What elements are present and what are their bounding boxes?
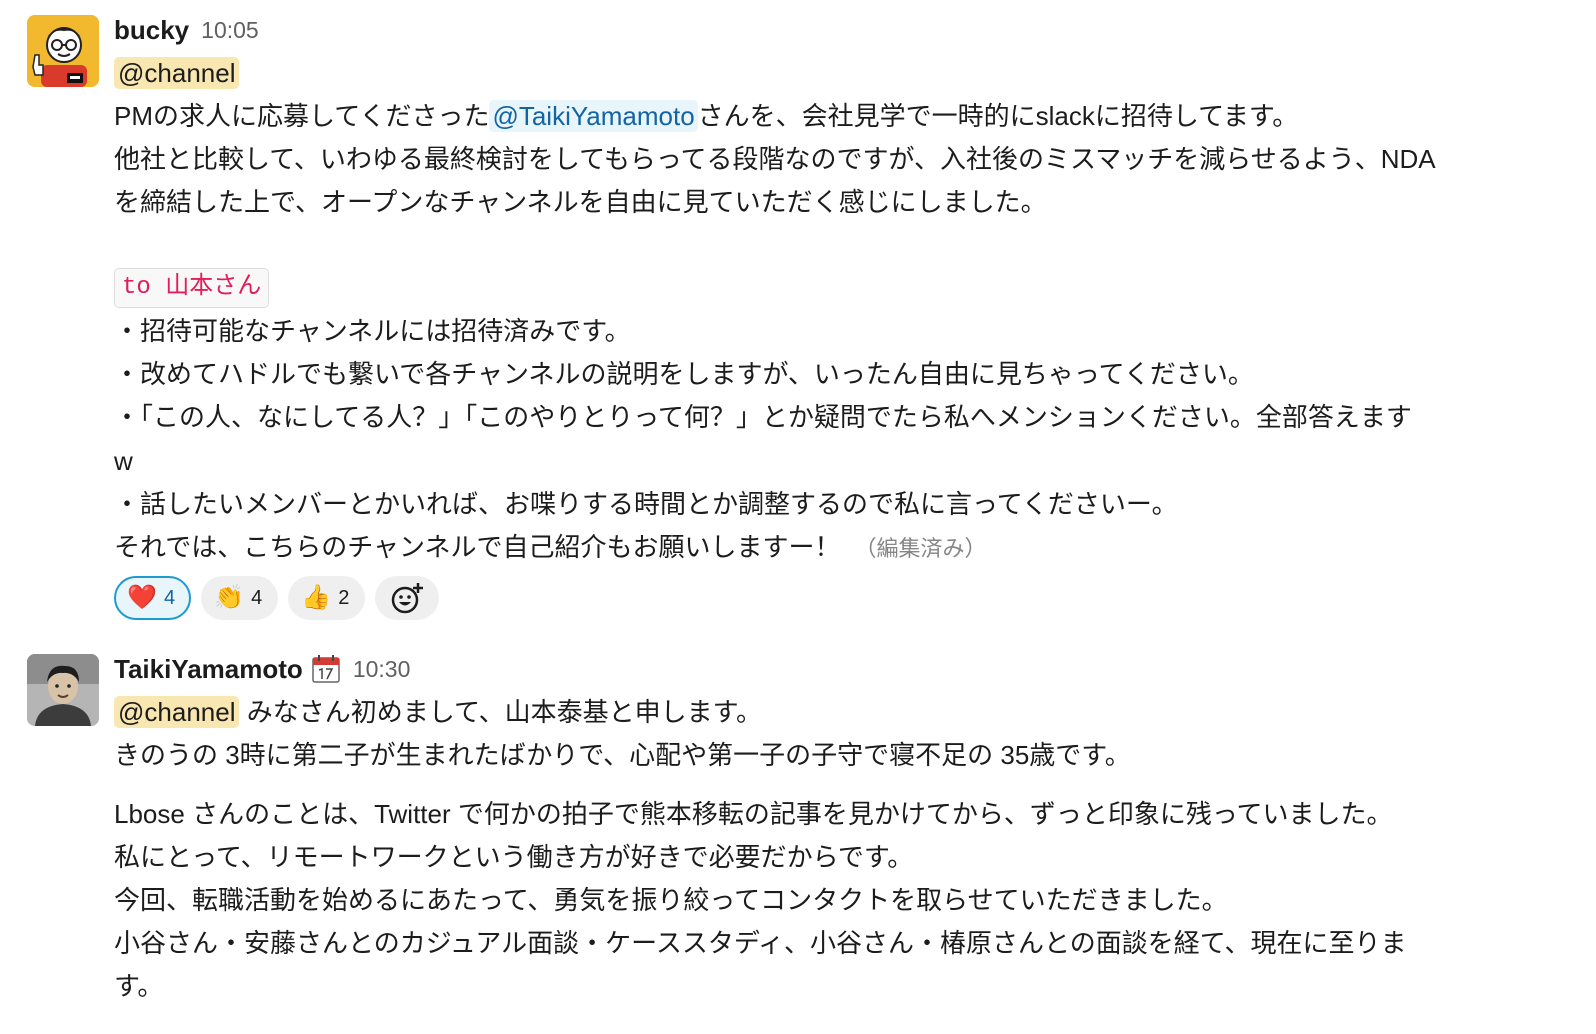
reaction-count: 4 [251, 586, 263, 609]
body-line: を締結した上で、オープンなチャンネルを自由に見ていただく感じにしました。 [114, 187, 1047, 217]
add-reaction-button[interactable] [375, 576, 440, 620]
body-line: きのうの 3時に第二子が生まれたばかりで、心配や第一子の子守で寝不足の 35歳で… [114, 740, 1131, 770]
closing-text: それでは、こちらのチャンネルで自己紹介もお願いしますー！ [114, 532, 841, 562]
edited-label: （編集済み） [854, 536, 987, 561]
intro-prefix: PMの求人に応募してくださった [114, 101, 490, 131]
message-header: TaikiYamamoto 10:30 [114, 651, 410, 687]
reaction-thumbs-up[interactable]: 👍 2 [288, 576, 366, 620]
channel-mention[interactable]: @channel [114, 57, 240, 89]
body-line: 他社と比較して、いわゆる最終検討をしてもらってる段階なのですが、入社後のミスマッ… [114, 144, 1436, 174]
closing-line: それでは、こちらのチャンネルで自己紹介もお願いしますー！ （編集済み） [114, 529, 986, 567]
heart-icon: ❤️ [127, 584, 157, 611]
avatar-taikiyamamoto[interactable] [27, 654, 99, 726]
bullet-line: w [114, 446, 133, 476]
calendar-icon[interactable] [311, 654, 341, 684]
add-reaction-icon [392, 583, 424, 614]
timestamp[interactable]: 10:30 [353, 656, 411, 683]
avatar-bucky[interactable] [27, 15, 99, 87]
inline-code: to 山本さん [114, 268, 270, 308]
timestamp[interactable]: 10:05 [201, 17, 259, 44]
body-line: 私にとって、リモートワークという働き方が好きで必要だからです。 [114, 842, 914, 872]
channel-mention-line: @channel [114, 55, 240, 91]
bullet-line: ・話したいメンバーとかいれば、お喋りする時間とか調整するので私に言ってくださいー… [114, 489, 1178, 519]
body-line: 今回、転職活動を始めるにあたって、勇気を振り絞ってコンタクトを取らせていただきま… [114, 885, 1228, 915]
author-name[interactable]: TaikiYamamoto [114, 654, 303, 685]
bullet-line: ・招待可能なチャンネルには招待済みです。 [114, 316, 631, 346]
body-line: す。 [114, 971, 164, 1001]
reaction-heart[interactable]: ❤️ 4 [114, 576, 192, 620]
reaction-count: 4 [164, 586, 176, 609]
bullet-line: ・「この人、なにしてる人？」「このやりとりって何？」とか疑問でたら私へメンション… [114, 402, 1412, 432]
reactions-bar: ❤️ 4 👏 4 👍 2 [114, 576, 440, 620]
intro-suffix: さんを、会社見学で一時的にslackに招待してます。 [697, 101, 1299, 131]
greeting-text: みなさん初めまして、山本泰基と申します。 [246, 697, 763, 727]
channel-mention[interactable]: @channel [114, 696, 240, 728]
reaction-clap[interactable]: 👏 4 [201, 576, 279, 620]
body-line: 小谷さん・安藤さんとのカジュアル面談・ケーススタディ、小谷さん・椿原さんとの面談… [114, 928, 1407, 958]
reaction-count: 2 [338, 586, 350, 609]
user-mention[interactable]: @TaikiYamamoto [489, 100, 698, 132]
clap-icon: 👏 [214, 584, 245, 611]
greeting-line: @channel みなさん初めまして、山本泰基と申します。 [114, 694, 762, 730]
bullet-line: ・改めてハドルでも繋いで各チャンネルの説明をしますが、いったん自由に見ちゃってく… [114, 359, 1254, 389]
intro-line: PMの求人に応募してくださった @TaikiYamamoto さんを、会社見学で一時… [114, 98, 1298, 134]
message-header: bucky 10:05 [114, 12, 259, 48]
author-name[interactable]: bucky [114, 15, 189, 46]
body-line: Lbose さんのことは、Twitter で何かの拍子で熊本移転の記事を見かけて… [114, 799, 1393, 829]
thumbs-up-icon: 👍 [301, 584, 332, 611]
